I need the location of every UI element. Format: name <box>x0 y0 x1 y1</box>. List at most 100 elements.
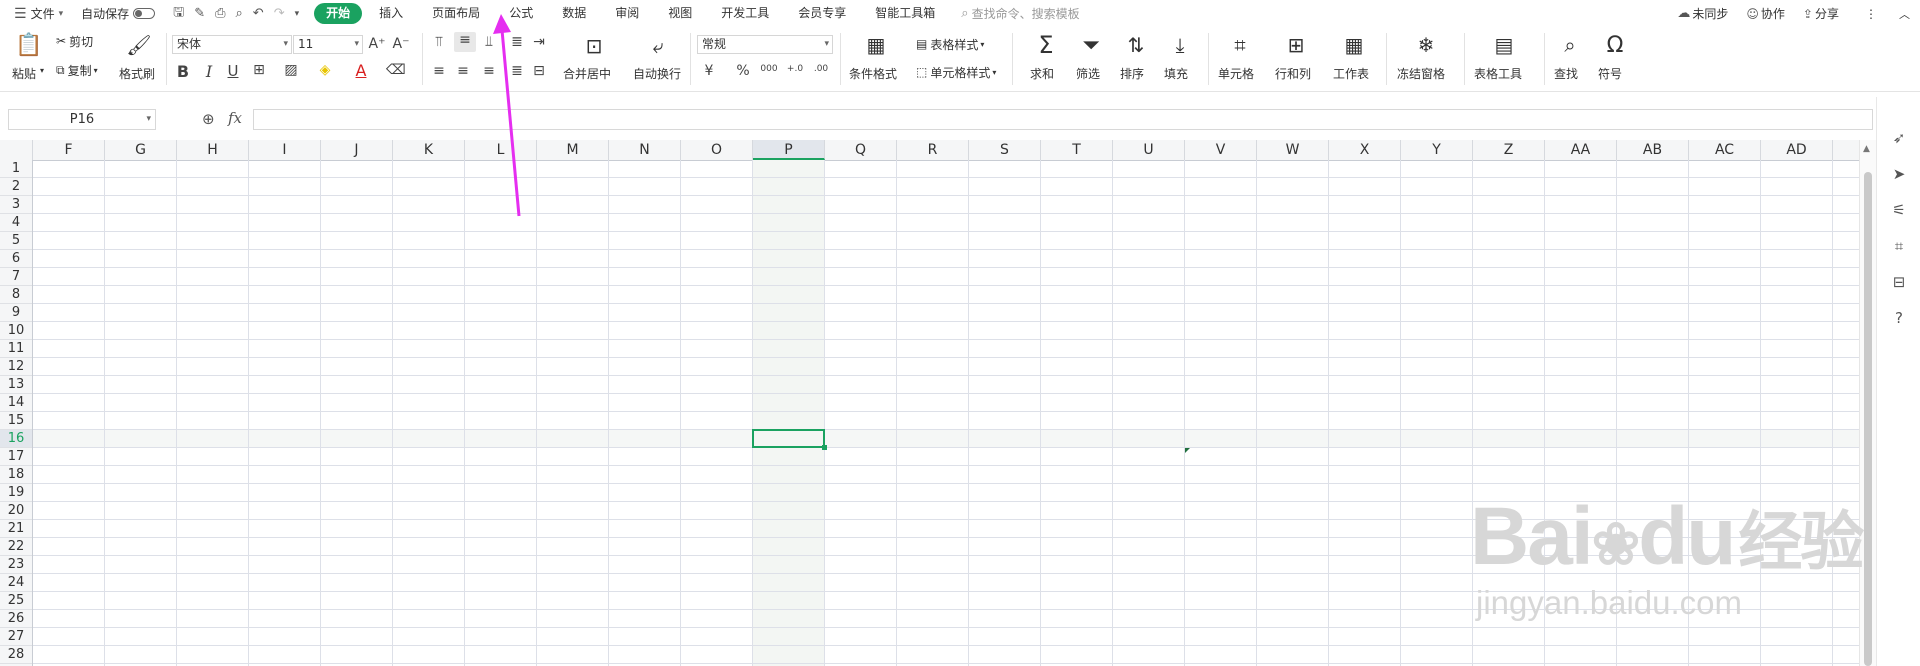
tab-home[interactable]: 开始 <box>314 3 363 24</box>
align-middle-icon[interactable]: ≡ <box>454 32 476 52</box>
row-header-11[interactable]: 11 <box>0 340 32 358</box>
tab-formulas[interactable]: 公式 <box>497 3 545 24</box>
row-header-21[interactable]: 21 <box>0 520 32 538</box>
more-menu-button[interactable]: ⋮ <box>1865 7 1877 21</box>
crop-icon[interactable]: ⌗ <box>1889 237 1909 257</box>
align-center-icon[interactable]: ≡ <box>454 63 472 79</box>
column-header-r[interactable]: R <box>897 140 969 160</box>
row-header-1[interactable]: 1 <box>0 160 32 178</box>
filter-label[interactable]: 筛选 <box>1076 65 1100 82</box>
copy-button[interactable]: ⧉ 复制 ▾ <box>56 61 98 79</box>
help-icon[interactable]: ? <box>1889 309 1909 329</box>
save-icon[interactable]: 🖫 <box>173 3 184 25</box>
symbol-button[interactable]: Ω <box>1601 32 1629 58</box>
column-header-y[interactable]: Y <box>1401 140 1473 160</box>
find-label[interactable]: 查找 <box>1554 65 1578 82</box>
paste-button[interactable]: 📋 <box>12 32 46 58</box>
conditional-format-label[interactable]: 条件格式 <box>849 65 897 82</box>
toggle-switch-icon[interactable] <box>133 8 156 19</box>
tab-insert[interactable]: 插入 <box>367 3 415 24</box>
cell-style-button[interactable]: ⬚ 单元格样式 ▾ <box>916 63 996 81</box>
worksheet-label[interactable]: 工作表 <box>1333 65 1369 82</box>
row-header-6[interactable]: 6 <box>0 250 32 268</box>
format-painter-label[interactable]: 格式刷 <box>119 65 155 82</box>
wrap-text-button[interactable]: ⤶ <box>644 34 672 58</box>
column-header-q[interactable]: Q <box>825 140 897 160</box>
sum-button[interactable]: Σ <box>1032 31 1060 59</box>
row-header-4[interactable]: 4 <box>0 214 32 232</box>
customize-chevron-icon[interactable]: ▾ <box>295 9 300 19</box>
row-header-15[interactable]: 15 <box>0 412 32 430</box>
cell-button[interactable]: ⌗ <box>1226 32 1254 58</box>
align-bottom-icon[interactable]: ⫫ <box>480 34 498 50</box>
sliders-icon[interactable]: ⚟ <box>1889 201 1909 221</box>
indent-icon[interactable]: ⇥ <box>530 34 548 50</box>
active-cell[interactable] <box>752 429 825 448</box>
column-header-ab[interactable]: AB <box>1617 140 1689 160</box>
wrap-text-label[interactable]: 自动换行 <box>633 65 681 82</box>
row-header-19[interactable]: 19 <box>0 484 32 502</box>
font-color-icon[interactable]: A <box>352 61 370 80</box>
select-all-corner[interactable] <box>0 140 33 160</box>
fill-color-icon[interactable]: ◈ <box>316 62 334 78</box>
column-header-i[interactable]: I <box>249 140 321 160</box>
tab-member[interactable]: 会员专享 <box>786 3 858 24</box>
column-header-l[interactable]: L <box>465 140 537 160</box>
paste-chevron-icon[interactable]: ▾ <box>40 66 44 75</box>
font-name-select[interactable]: 宋体 ▾ <box>172 35 292 54</box>
tab-page-layout[interactable]: 页面布局 <box>420 3 492 24</box>
row-header-23[interactable]: 23 <box>0 556 32 574</box>
column-header-f[interactable]: F <box>33 140 105 160</box>
percent-icon[interactable]: % <box>734 63 752 79</box>
file-menu[interactable]: ☰ 文件 ▾ <box>14 5 63 22</box>
font-size-select[interactable]: 11 ▾ <box>293 35 363 54</box>
formula-input[interactable] <box>253 109 1873 130</box>
justify-icon[interactable]: ≣ <box>508 63 526 79</box>
column-header-aa[interactable]: AA <box>1545 140 1617 160</box>
pointer-icon[interactable]: ➤ <box>1889 165 1909 185</box>
row-header-18[interactable]: 18 <box>0 466 32 484</box>
row-header-5[interactable]: 5 <box>0 232 32 250</box>
distributed-align-icon[interactable]: ⊟ <box>530 63 548 79</box>
tab-view[interactable]: 视图 <box>656 3 704 24</box>
text-direction-icon[interactable]: ≣ <box>508 34 526 50</box>
conditional-format-button[interactable]: ▦ <box>862 33 890 57</box>
row-header-10[interactable]: 10 <box>0 322 32 340</box>
row-header-14[interactable]: 14 <box>0 394 32 412</box>
bold-icon[interactable]: B <box>174 62 192 81</box>
archive-icon[interactable]: ⊟ <box>1889 273 1909 293</box>
cut-button[interactable]: ✂ 剪切 <box>56 32 93 50</box>
column-header-h[interactable]: H <box>177 140 249 160</box>
share-button[interactable]: ⇪ 分享 <box>1803 5 1839 22</box>
column-header-p[interactable]: P <box>753 140 825 160</box>
merge-center-button[interactable]: ⊡ <box>580 34 608 58</box>
align-top-icon[interactable]: ⫪ <box>430 34 448 50</box>
row-header-22[interactable]: 22 <box>0 538 32 556</box>
number-format-select[interactable]: 常规 ▾ <box>697 35 833 54</box>
fill-label[interactable]: 填充 <box>1164 65 1188 82</box>
decrease-font-icon[interactable]: A⁻ <box>392 36 410 52</box>
zoom-search-icon[interactable]: ⊕ <box>202 110 215 128</box>
sum-label[interactable]: 求和 <box>1030 65 1054 82</box>
align-right-icon[interactable]: ≡ <box>480 63 498 79</box>
column-header-ac[interactable]: AC <box>1689 140 1761 160</box>
row-header-26[interactable]: 26 <box>0 610 32 628</box>
tab-review[interactable]: 审阅 <box>603 3 651 24</box>
fill-button[interactable]: ⤓ <box>1166 32 1194 58</box>
borders-icon[interactable]: ⊞ <box>250 62 268 78</box>
row-header-8[interactable]: 8 <box>0 286 32 304</box>
worksheet-button[interactable]: ▦ <box>1340 32 1368 58</box>
unsync-button[interactable]: ☁ 未同步 <box>1677 5 1728 22</box>
row-col-button[interactable]: ⊞ <box>1282 32 1310 58</box>
rocket-icon[interactable]: ➶ <box>1889 129 1909 149</box>
insert-function-icon[interactable]: fx <box>228 109 242 127</box>
align-left-icon[interactable]: ≡ <box>430 63 448 79</box>
redo-icon[interactable]: ↷ <box>274 6 285 21</box>
increase-decimal-icon[interactable]: +.0 <box>786 64 804 74</box>
cell-fill-pattern-icon[interactable]: ▨ <box>282 62 300 78</box>
table-tools-button[interactable]: ▤ <box>1490 32 1518 58</box>
column-header-z[interactable]: Z <box>1473 140 1545 160</box>
collapse-ribbon-button[interactable]: ︿ <box>1899 6 1910 22</box>
cell-label[interactable]: 单元格 <box>1218 65 1254 82</box>
row-header-24[interactable]: 24 <box>0 574 32 592</box>
